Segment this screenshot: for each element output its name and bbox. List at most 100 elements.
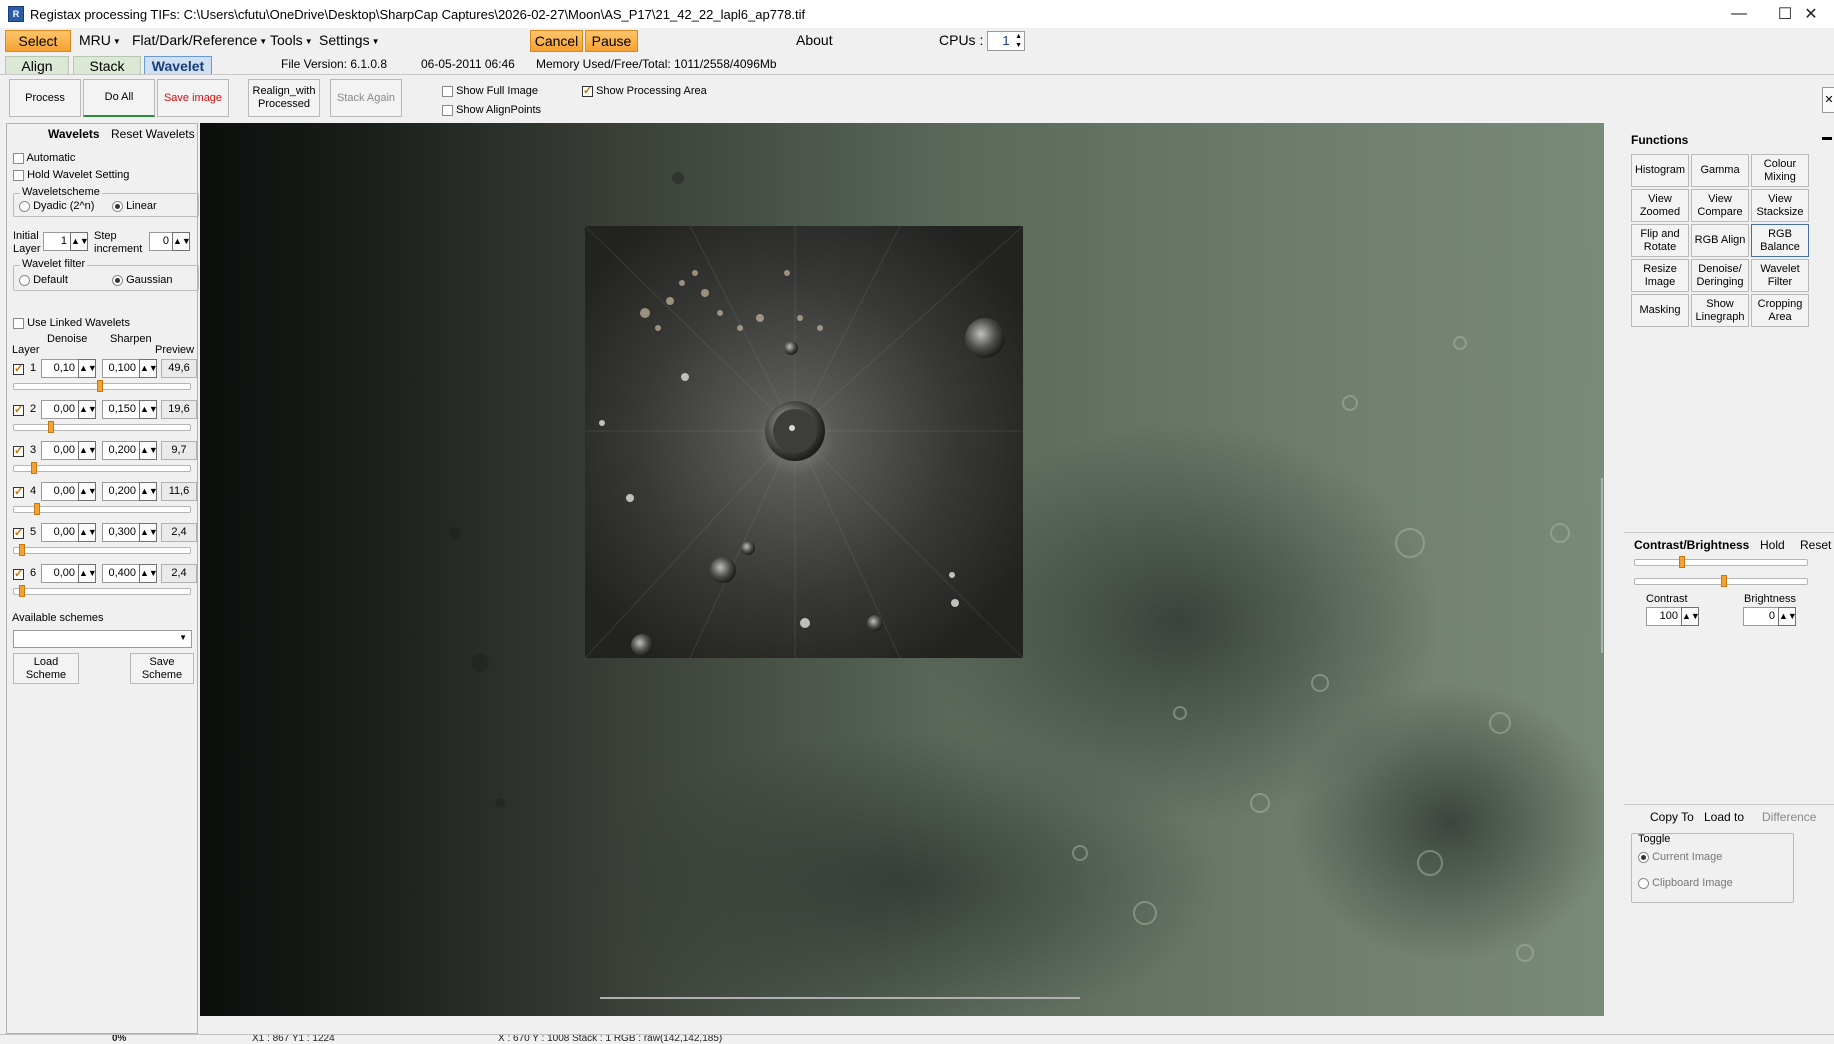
sharpen-spin-icon[interactable]: ▲▼ <box>139 523 158 542</box>
flip-and-rotate-button[interactable]: Flip and Rotate <box>1631 224 1689 257</box>
denoise-spin-icon[interactable]: ▲▼ <box>78 400 97 419</box>
difference-button[interactable]: Difference <box>1762 810 1816 824</box>
copy-to-button[interactable]: Copy To <box>1650 810 1694 824</box>
layer-slider-thumb[interactable] <box>48 421 54 433</box>
filter-default-radio[interactable]: Default <box>19 274 68 286</box>
hold-wavelet-setting-checkbox[interactable]: Hold Wavelet Setting <box>13 169 129 181</box>
filter-gaussian-radio[interactable]: Gaussian <box>112 274 173 286</box>
cpus-select[interactable]: 1 ▲ ▼ <box>987 31 1025 51</box>
layer-slider-thumb[interactable] <box>19 585 25 597</box>
layer-enable-checkbox[interactable] <box>13 444 24 458</box>
layer-slider[interactable] <box>13 462 191 474</box>
denoise-spin-icon[interactable]: ▲▼ <box>78 523 97 542</box>
sharpen-input[interactable]: 0,200 <box>102 482 140 501</box>
sharpen-input[interactable]: 0,200 <box>102 441 140 460</box>
view-stacksize-button[interactable]: View Stacksize <box>1751 189 1809 222</box>
layer-slider[interactable] <box>13 380 191 392</box>
sharpen-input[interactable]: 0,100 <box>102 359 140 378</box>
layer-slider[interactable] <box>13 585 191 597</box>
brightness-spin-icon[interactable]: ▲▼ <box>1778 607 1797 626</box>
select-button[interactable]: Select <box>5 30 71 52</box>
sharpen-input[interactable]: 0,300 <box>102 523 140 542</box>
image-viewer[interactable] <box>200 123 1604 1016</box>
layer-enable-checkbox[interactable] <box>13 485 24 499</box>
tab-wavelet[interactable]: Wavelet <box>144 56 212 75</box>
wavelet-filter-button[interactable]: Wavelet Filter <box>1751 259 1809 292</box>
minimize-icon[interactable]: — <box>1716 0 1762 28</box>
brightness-slider[interactable] <box>1634 575 1808 587</box>
denoise-spin-icon[interactable]: ▲▼ <box>78 359 97 378</box>
cancel-button[interactable]: Cancel <box>530 30 583 52</box>
rgb-balance-button[interactable]: RGB Balance <box>1751 224 1809 257</box>
automatic-checkbox[interactable]: Automatic <box>13 152 75 164</box>
denoise-spin-icon[interactable]: ▲▼ <box>78 441 97 460</box>
stack-again-button[interactable]: Stack Again <box>330 79 402 117</box>
denoise-spin-icon[interactable]: ▲▼ <box>78 564 97 583</box>
sharpen-spin-icon[interactable]: ▲▼ <box>139 482 158 501</box>
linear-radio[interactable]: Linear <box>112 200 157 212</box>
layer-enable-checkbox[interactable] <box>13 567 24 581</box>
layer-enable-checkbox[interactable] <box>13 526 24 540</box>
layer-enable-checkbox[interactable] <box>13 362 24 376</box>
dyadic-radio[interactable]: Dyadic (2^n) <box>19 200 94 212</box>
tab-align[interactable]: Align <box>5 56 69 75</box>
step-increment-spin-icon[interactable]: ▲▼ <box>172 232 191 251</box>
view-zoomed-button[interactable]: View Zoomed <box>1631 189 1689 222</box>
layer-slider-thumb[interactable] <box>34 503 40 515</box>
layer-slider[interactable] <box>13 421 191 433</box>
show-linegraph-button[interactable]: Show Linegraph <box>1691 294 1749 327</box>
load-to-button[interactable]: Load to <box>1704 810 1744 824</box>
denoise-input[interactable]: 0,00 <box>41 482 79 501</box>
masking-button[interactable]: Masking <box>1631 294 1689 327</box>
brightness-input[interactable]: 0 <box>1743 607 1779 626</box>
layer-slider-thumb[interactable] <box>19 544 25 556</box>
sharpen-input[interactable]: 0,150 <box>102 400 140 419</box>
collapse-icon[interactable]: ▬ <box>1822 132 1832 143</box>
contrast-input[interactable]: 100 <box>1646 607 1682 626</box>
mru-menu[interactable]: MRU ▼ <box>79 32 121 48</box>
clipboard-image-radio[interactable]: Clipboard Image <box>1638 877 1733 889</box>
show-alignpoints-checkbox[interactable]: Show AlignPoints <box>442 104 541 116</box>
resize-image-button[interactable]: Resize Image <box>1631 259 1689 292</box>
contrast-slider-thumb[interactable] <box>1679 556 1685 568</box>
flat-dark-reference-menu[interactable]: Flat/Dark/Reference ▼ <box>132 32 267 48</box>
layer-slider[interactable] <box>13 503 191 515</box>
current-image-radio[interactable]: Current Image <box>1638 851 1722 863</box>
about-menu[interactable]: About <box>796 32 833 48</box>
gamma-button[interactable]: Gamma <box>1691 154 1749 187</box>
contrast-reset-button[interactable]: Reset <box>1800 538 1831 552</box>
save-scheme-button[interactable]: Save Scheme <box>130 653 194 684</box>
load-scheme-button[interactable]: Load Scheme <box>13 653 79 684</box>
sharpen-spin-icon[interactable]: ▲▼ <box>139 441 158 460</box>
initial-layer-input[interactable]: 1 <box>43 232 71 251</box>
layer-slider-thumb[interactable] <box>97 380 103 392</box>
denoise-input[interactable]: 0,00 <box>41 564 79 583</box>
show-full-image-checkbox[interactable]: Show Full Image <box>442 85 538 97</box>
contrast-slider[interactable] <box>1634 556 1808 568</box>
denoise-deringing-button[interactable]: Denoise/ Deringing <box>1691 259 1749 292</box>
denoise-input[interactable]: 0,00 <box>41 441 79 460</box>
sharpen-spin-icon[interactable]: ▲▼ <box>139 359 158 378</box>
step-increment-input[interactable]: 0 <box>149 232 173 251</box>
denoise-input[interactable]: 0,10 <box>41 359 79 378</box>
show-processing-area-checkbox[interactable]: Show Processing Area <box>582 84 707 97</box>
brightness-slider-thumb[interactable] <box>1721 575 1727 587</box>
denoise-input[interactable]: 0,00 <box>41 400 79 419</box>
contrast-spin-icon[interactable]: ▲▼ <box>1681 607 1700 626</box>
initial-layer-spin-icon[interactable]: ▲▼ <box>70 232 89 251</box>
view-compare-button[interactable]: View Compare <box>1691 189 1749 222</box>
contrast-hold-button[interactable]: Hold <box>1760 538 1785 552</box>
tools-menu[interactable]: Tools ▼ <box>270 32 313 48</box>
denoise-input[interactable]: 0,00 <box>41 523 79 542</box>
pause-button[interactable]: Pause <box>585 30 638 52</box>
settings-menu[interactable]: Settings ▼ <box>319 32 380 48</box>
layer-slider[interactable] <box>13 544 191 556</box>
close-panel-icon[interactable]: ✕ <box>1822 87 1834 113</box>
sharpen-spin-icon[interactable]: ▲▼ <box>139 564 158 583</box>
histogram-button[interactable]: Histogram <box>1631 154 1689 187</box>
do-all-button[interactable]: Do All <box>83 79 155 117</box>
process-button[interactable]: Process <box>9 79 81 117</box>
available-schemes-dropdown[interactable]: ▼ <box>13 630 192 648</box>
denoise-spin-icon[interactable]: ▲▼ <box>78 482 97 501</box>
cropping-area-button[interactable]: Cropping Area <box>1751 294 1809 327</box>
